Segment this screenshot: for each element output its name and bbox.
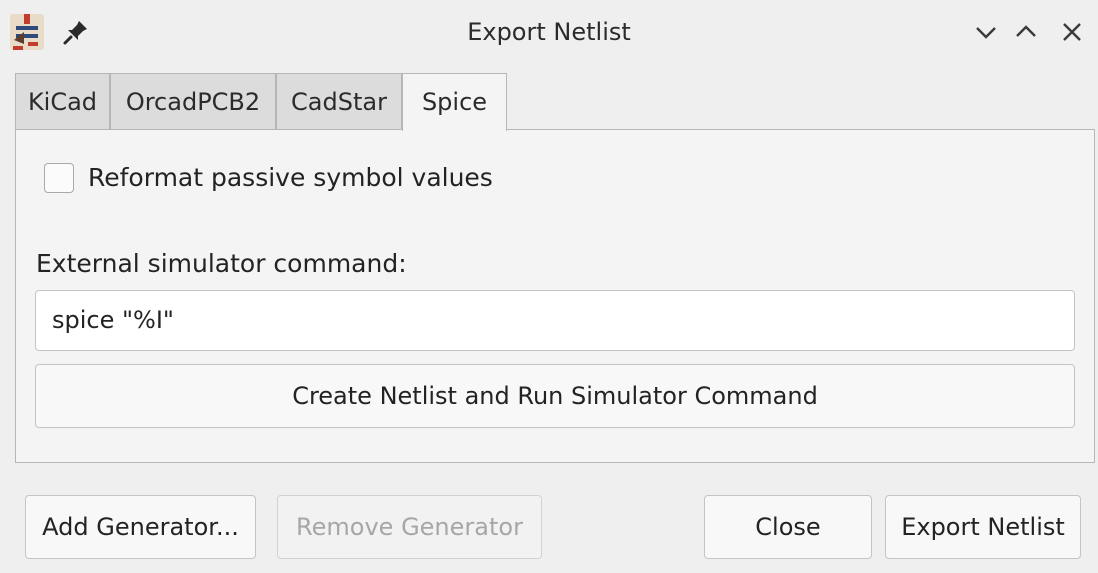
title-bar: Export Netlist [0,0,1098,64]
add-generator-button[interactable]: Add Generator... [25,495,256,559]
export-netlist-button[interactable]: Export Netlist [885,495,1081,559]
remove-generator-button[interactable]: Remove Generator [277,495,542,559]
tab-spice[interactable]: Spice [402,73,507,131]
create-netlist-run-simulator-button[interactable]: Create Netlist and Run Simulator Command [35,364,1075,428]
simulator-command-label: External simulator command: [36,249,407,278]
simulator-command-input[interactable] [35,290,1075,351]
close-button[interactable]: Close [704,495,872,559]
tab-cadstar[interactable]: CadStar [276,73,402,129]
tab-kicad[interactable]: KiCad [15,73,110,129]
reformat-passive-checkbox[interactable] [44,163,74,193]
window-title: Export Netlist [467,18,631,46]
chevron-down-icon[interactable] [972,18,1000,46]
chevron-up-icon[interactable] [1012,18,1040,46]
close-icon[interactable] [1058,18,1086,46]
reformat-passive-label: Reformat passive symbol values [88,163,493,192]
tab-orcadpcb2[interactable]: OrcadPCB2 [110,73,276,129]
